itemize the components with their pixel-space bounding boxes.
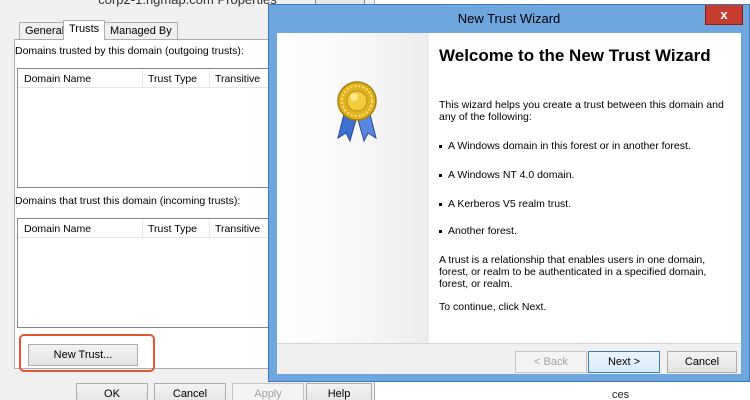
wizard-intro: This wizard helps you create a trust bet… [439,99,724,123]
column-domain-name[interactable]: Domain Name [24,73,91,85]
wizard-main-panel: Welcome to the New Trust Wizard This wiz… [429,33,741,343]
column-separator [209,219,210,238]
close-icon[interactable]: x [705,5,743,25]
column-transitive[interactable]: Transitive [215,73,260,85]
wizard-heading: Welcome to the New Trust Wizard [439,46,711,65]
medal-icon [337,81,377,142]
wizard-content: Welcome to the New Trust Wizard This wiz… [277,33,741,374]
column-separator [209,69,210,88]
trust-definition-text: A trust is a relationship that enables u… [439,254,707,290]
column-trust-type[interactable]: Trust Type [148,73,197,85]
background-partial-text: ces [612,389,630,400]
ok-button[interactable]: OK [76,383,148,400]
highlight-box [19,334,155,372]
wizard-side-panel [277,33,429,343]
column-separator [142,219,143,238]
outgoing-trusts-label: Domains trusted by this domain (outgoing… [15,45,244,57]
wizard-title: New Trust Wizard [457,11,561,26]
list-item: Another forest. [439,225,517,237]
column-trust-type[interactable]: Trust Type [148,223,197,235]
list-item: A Kerberos V5 realm trust. [439,198,571,210]
help-button[interactable]: Help [306,383,372,400]
new-trust-wizard-window: New Trust Wizard x Welcome to the New Tr… [268,4,750,382]
next-button[interactable]: Next > [588,351,660,373]
wizard-titlebar[interactable]: New Trust Wizard x [269,5,749,33]
divider [277,343,741,344]
back-button[interactable]: < Back [515,351,587,373]
column-separator [142,69,143,88]
apply-button[interactable]: Apply [232,383,304,400]
wizard-cancel-button[interactable]: Cancel [667,351,737,373]
cancel-button[interactable]: Cancel [154,383,226,400]
column-domain-name[interactable]: Domain Name [24,223,91,235]
incoming-trusts-label: Domains that trust this domain (incoming… [15,195,241,207]
tab-trusts[interactable]: Trusts [63,20,106,40]
tab-managed-by[interactable]: Managed By [104,22,178,39]
list-item: A Windows domain in this forest or in an… [439,140,691,152]
list-item: A Windows NT 4.0 domain. [439,169,574,181]
column-transitive[interactable]: Transitive [215,223,260,235]
continue-instruction: To continue, click Next. [439,301,547,313]
